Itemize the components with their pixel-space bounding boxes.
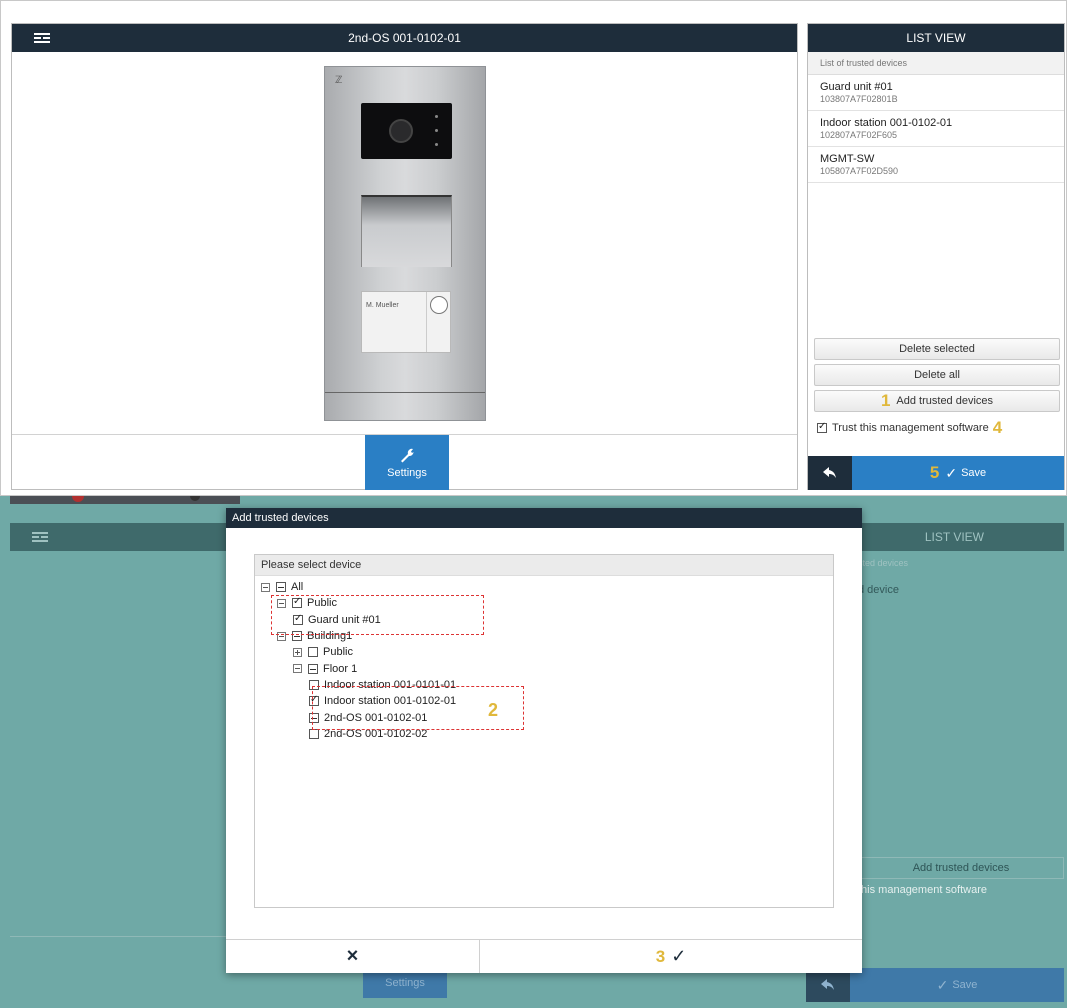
dialog-footer: × 3 ✓ [226, 939, 862, 973]
tree-checkbox[interactable] [276, 582, 286, 593]
cancel-button[interactable]: × [226, 940, 480, 973]
trusted-device-item[interactable]: Indoor station 001-0102-01 102807A7F02F60… [808, 111, 1064, 147]
name-plate: M. Mueller [361, 291, 451, 353]
trusted-device-item[interactable]: MGMT-SW 105807A7F02D590 [808, 147, 1064, 183]
menu-icon[interactable] [22, 28, 62, 48]
step-2-marker: 2 [488, 700, 499, 720]
device-name: Guard unit #01 [820, 81, 893, 93]
collapse-icon[interactable] [293, 664, 302, 674]
device-id: 103807A7F02801B [820, 94, 898, 104]
camera-lens-icon [389, 119, 413, 143]
step-1-marker: 1 [880, 391, 891, 410]
step-4-marker: 4 [992, 418, 1003, 437]
trust-mgmt-checkbox[interactable] [817, 421, 827, 433]
logo-icon: ℤ [335, 75, 343, 86]
list-view-title: LIST VIEW [808, 24, 1064, 52]
bg-add-trusted: Add trusted devices [858, 857, 1064, 879]
delete-selected-button[interactable]: Delete selected [814, 338, 1060, 360]
select-device-label: Please select device [255, 555, 833, 576]
trust-mgmt-row[interactable]: Trust this management software 4 [817, 418, 1008, 438]
door-station-image: ℤ M. Mueller [324, 66, 486, 421]
bg-list-subtitle: sted devices [858, 558, 909, 568]
back-button[interactable] [808, 456, 852, 490]
device-id: 105807A7F02D590 [820, 166, 899, 176]
tree-node-label: Public [323, 646, 353, 659]
expand-icon[interactable] [293, 647, 302, 657]
bg-top-strip [10, 496, 240, 504]
tree-node-label: All [291, 581, 304, 594]
list-view-panel: LIST VIEW List of trusted devices Guard … [807, 23, 1065, 490]
check-icon: ✓ [945, 464, 958, 481]
bg-footer: ✓ Save [806, 968, 1064, 1002]
window-title: 2nd-OS 001-0102-01 [348, 31, 461, 45]
wrench-icon [401, 448, 414, 462]
save-button[interactable]: 5 ✓ Save [852, 463, 1064, 483]
dialog-title: Add trusted devices [226, 508, 862, 528]
check-icon: ✓ [671, 946, 687, 966]
collapse-icon[interactable] [261, 582, 270, 592]
back-arrow-icon [823, 467, 836, 478]
top-screen: 2nd-OS 001-0102-01 ℤ M. Mueller Settings [0, 0, 1067, 496]
delete-all-button[interactable]: Delete all [814, 364, 1060, 386]
trusted-device-item[interactable]: Guard unit #01 103807A7F02801B [808, 75, 1064, 111]
tree-checkbox[interactable] [308, 663, 318, 674]
bg-list-item: d device [858, 584, 899, 596]
settings-button[interactable]: Settings [365, 435, 449, 490]
tree-checkbox[interactable] [309, 728, 319, 739]
list-footer: 5 ✓ Save [808, 456, 1064, 490]
main-panel: 2nd-OS 001-0102-01 ℤ M. Mueller Settings [11, 23, 798, 490]
confirm-button[interactable]: 3 ✓ [480, 940, 862, 973]
trusted-devices-list: Guard unit #01 103807A7F02801B Indoor stat… [808, 75, 1064, 183]
step-3-marker: 3 [655, 946, 666, 966]
device-name: MGMT-SW [820, 153, 875, 165]
tree-checkbox[interactable] [308, 647, 318, 658]
tree-node[interactable]: Floor 1 [261, 660, 833, 676]
list-subtitle: List of trusted devices [808, 52, 1064, 75]
add-trusted-devices-button[interactable]: 1 Add trusted devices [814, 390, 1060, 412]
call-button-icon [430, 296, 448, 314]
bottom-screen: LIST VIEW sted devices d device Add trus… [0, 496, 1067, 1008]
tree-node[interactable]: Public [261, 644, 833, 660]
add-trusted-dialog: Add trusted devices Please select device… [226, 508, 862, 973]
bg-menu-icon [20, 527, 60, 547]
device-name: Indoor station 001-0102-01 [820, 117, 953, 129]
speaker-slot [361, 195, 452, 267]
highlight-public [271, 595, 484, 635]
step-5-marker: 5 [929, 463, 940, 482]
tree-node-label: Floor 1 [323, 662, 358, 675]
tree-node[interactable]: All [261, 579, 833, 595]
main-titlebar: 2nd-OS 001-0102-01 [12, 24, 797, 52]
close-icon: × [346, 945, 359, 967]
camera-module [361, 103, 452, 159]
device-id: 102807A7F02F605 [820, 130, 898, 140]
bg-mgmt-text: this management software [858, 884, 988, 896]
